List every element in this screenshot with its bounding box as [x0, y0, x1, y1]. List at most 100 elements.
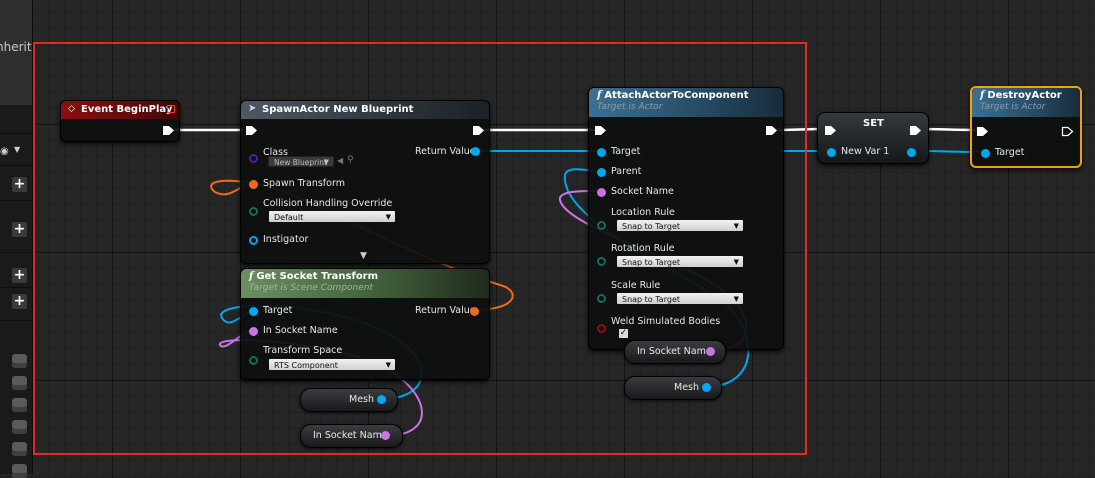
socket-name-label: Socket Name — [611, 186, 674, 197]
socket-name-pin[interactable] — [597, 188, 606, 197]
mesh-variable-node[interactable]: Mesh — [624, 376, 722, 400]
arrow-left-icon[interactable]: ◀ — [337, 156, 343, 165]
node-header: f AttachActorToComponent Target is Actor — [589, 88, 783, 117]
exec-in-pin[interactable] — [824, 125, 837, 136]
target-label: Target — [263, 305, 293, 316]
collision-dropdown[interactable]: Default ▼ — [268, 210, 396, 223]
class-dropdown[interactable]: New Blueprint ▼ — [268, 156, 334, 167]
return-value-label: Return Value — [415, 305, 476, 316]
rotation-rule-value: Snap to Target — [622, 258, 680, 267]
exec-in-pin[interactable] — [976, 126, 989, 137]
instigator-pin[interactable] — [249, 236, 258, 245]
rotation-rule-pin[interactable] — [597, 257, 606, 266]
socket-name-pin[interactable] — [249, 327, 258, 336]
target-pin[interactable] — [981, 149, 990, 158]
event-begin-play-node[interactable]: ◇ Event BeginPlay — [60, 100, 180, 142]
node-title-text: Get Socket Transform — [256, 271, 379, 282]
exec-out-pin[interactable] — [765, 125, 778, 136]
location-rule-pin[interactable] — [597, 221, 606, 230]
node-header: f Get Socket Transform Target is Scene Co… — [241, 269, 489, 298]
get-socket-transform-node[interactable]: f Get Socket Transform Target is Scene Co… — [240, 268, 490, 380]
node-title: f DestroyActor — [980, 90, 1072, 101]
function-icon: f — [597, 90, 602, 101]
variable-label: Mesh — [349, 394, 375, 405]
exec-out-pin[interactable] — [162, 125, 175, 136]
location-rule-dropdown[interactable]: Snap to Target ▼ — [616, 219, 744, 232]
attach-actor-node[interactable]: f AttachActorToComponent Target is Actor … — [588, 87, 784, 350]
mesh-out-pin[interactable] — [377, 395, 386, 404]
new-var-label: New Var 1 — [841, 146, 890, 157]
scale-rule-pin[interactable] — [597, 294, 606, 303]
socket-name-variable-node[interactable]: In Socket Name — [624, 340, 726, 364]
target-label: Target — [611, 146, 641, 157]
node-header: ◇ Event BeginPlay — [61, 101, 179, 119]
search-icon[interactable]: ⚲ — [347, 155, 354, 165]
socket-name-variable-node[interactable]: In Socket Name — [300, 424, 403, 448]
target-pin[interactable] — [597, 148, 606, 157]
class-value: New Blueprint — [274, 158, 327, 167]
expand-arrow-icon[interactable]: ▼ — [360, 251, 367, 261]
parent-pin[interactable] — [597, 168, 606, 177]
node-title: f AttachActorToComponent — [597, 90, 775, 101]
weld-pin[interactable] — [597, 324, 606, 333]
socket-name-label: In Socket Name — [263, 325, 338, 336]
set-variable-node[interactable]: SET New Var 1 — [817, 112, 929, 164]
scale-rule-dropdown[interactable]: Snap to Target ▼ — [616, 292, 744, 305]
new-var-in-pin[interactable] — [827, 148, 836, 157]
exec-out-pin[interactable] — [909, 125, 922, 136]
transform-space-value: RTS Component — [274, 361, 338, 370]
transform-space-label: Transform Space — [263, 345, 343, 356]
return-value-pin[interactable] — [471, 147, 480, 156]
variable-label: In Socket Name — [313, 430, 388, 441]
spawn-transform-label: Spawn Transform — [263, 178, 345, 189]
return-value-pin[interactable] — [470, 307, 479, 316]
scale-rule-label: Scale Rule — [611, 280, 661, 291]
target-pin[interactable] — [249, 307, 258, 316]
collision-pin[interactable] — [249, 207, 258, 216]
event-icon: ◇ — [68, 104, 75, 114]
function-icon: f — [980, 90, 985, 101]
new-var-out-pin[interactable] — [907, 148, 916, 157]
variable-label: Mesh — [674, 382, 700, 393]
weld-checkbox[interactable]: ✓ — [618, 328, 629, 339]
instigator-label: Instigator — [263, 234, 309, 245]
node-title: SET — [863, 118, 884, 129]
node-title: f Get Socket Transform — [249, 271, 481, 282]
return-value-label: Return Value — [415, 146, 476, 157]
collision-label: Collision Handling Override — [263, 198, 393, 209]
rotation-rule-dropdown[interactable]: Snap to Target ▼ — [616, 255, 744, 268]
delegate-pin-icon[interactable] — [167, 105, 175, 113]
transform-space-dropdown[interactable]: RTS Component ▼ — [268, 358, 396, 371]
exec-in-pin[interactable] — [245, 125, 258, 136]
scale-rule-value: Snap to Target — [622, 295, 680, 304]
exec-out-pin[interactable] — [472, 125, 485, 136]
socket-name-out-pin[interactable] — [706, 347, 715, 356]
mesh-out-pin[interactable] — [702, 383, 711, 392]
collision-value: Default — [274, 213, 304, 222]
mesh-variable-node[interactable]: Mesh — [300, 388, 398, 412]
socket-name-out-pin[interactable] — [381, 431, 390, 440]
spawn-actor-node[interactable]: ➤ SpawnActor New Blueprint Class New Blu… — [240, 100, 490, 264]
rotation-rule-label: Rotation Rule — [611, 243, 675, 254]
location-rule-label: Location Rule — [611, 207, 675, 218]
node-title: Event BeginPlay — [81, 104, 173, 115]
node-header: f DestroyActor Target is Actor — [972, 88, 1080, 117]
class-pin[interactable] — [249, 154, 258, 163]
weld-label: Weld Simulated Bodies — [611, 316, 721, 327]
node-title-text: AttachActorToComponent — [604, 90, 749, 101]
location-rule-value: Snap to Target — [622, 222, 680, 231]
spawn-transform-pin[interactable] — [249, 180, 258, 189]
exec-in-pin[interactable] — [594, 125, 607, 136]
parent-label: Parent — [611, 166, 642, 177]
node-header: ➤ SpawnActor New Blueprint — [241, 101, 489, 119]
node-title-text: DestroyActor — [987, 90, 1062, 101]
exec-out-pin[interactable] — [1061, 126, 1074, 137]
node-subtitle: Target is Actor — [980, 102, 1046, 112]
node-subtitle: Target is Scene Component — [249, 283, 374, 293]
destroy-actor-node[interactable]: f DestroyActor Target is Actor Target — [970, 86, 1082, 168]
spawn-icon: ➤ — [248, 103, 257, 114]
node-subtitle: Target is Actor — [597, 102, 663, 112]
target-label: Target — [995, 147, 1025, 158]
transform-space-pin[interactable] — [249, 356, 258, 365]
function-icon: f — [249, 271, 254, 282]
